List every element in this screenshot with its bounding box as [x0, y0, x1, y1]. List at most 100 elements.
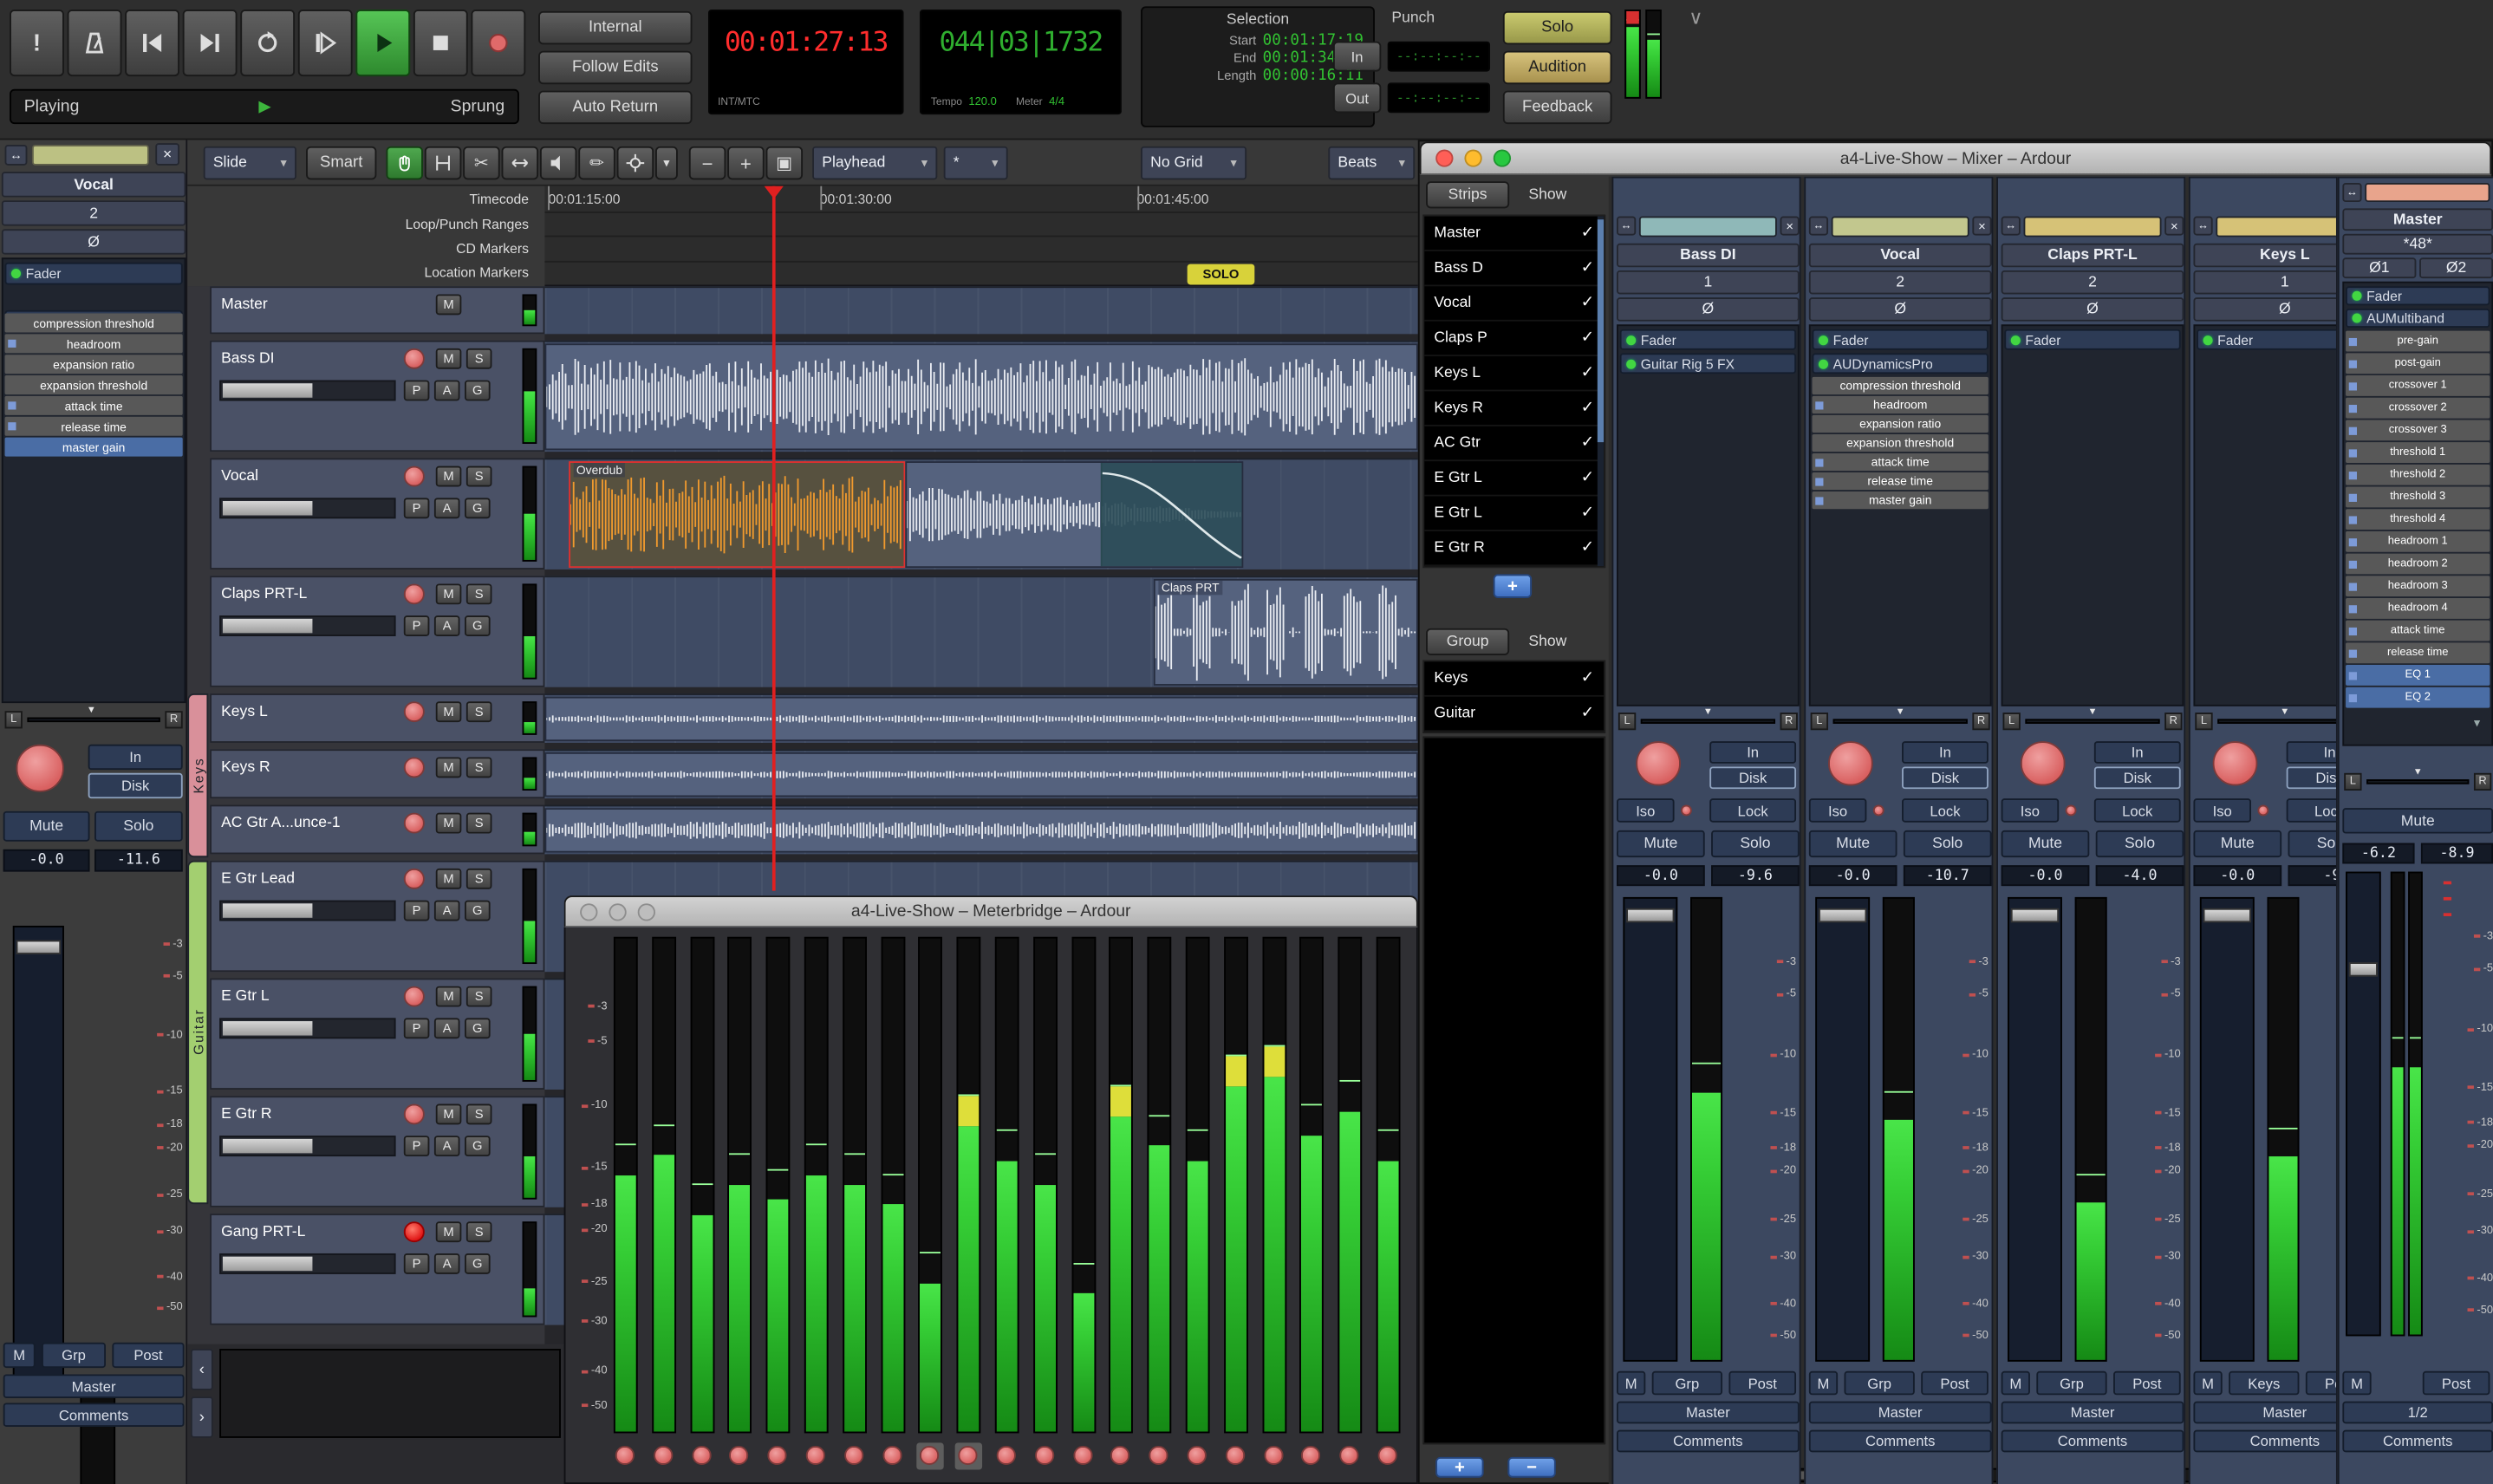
track-solo-button[interactable]: S: [465, 986, 492, 1007]
strips-list-item-vocal[interactable]: Vocal ✓: [1424, 286, 1605, 322]
track-g-button[interactable]: G: [465, 380, 491, 401]
gain-fader[interactable]: [2199, 896, 2255, 1362]
iso-indicator-icon[interactable]: [2065, 804, 2077, 817]
playhead-line[interactable]: [771, 186, 776, 891]
pan-slider[interactable]: [1640, 719, 1776, 724]
meterbridge-record-arm-button[interactable]: [691, 1446, 711, 1466]
track-record-arm-button[interactable]: [403, 1221, 425, 1243]
goto-start-button[interactable]: [125, 10, 180, 77]
track-p-button[interactable]: P: [403, 1136, 430, 1157]
fader-position-button[interactable]: Post: [112, 1342, 185, 1369]
strip-color-button[interactable]: [1638, 216, 1777, 238]
group-header-button[interactable]: Group: [1426, 628, 1510, 656]
plugin-control-release-time[interactable]: release time: [1812, 472, 1989, 491]
strip-close-icon[interactable]: ×: [155, 143, 180, 166]
gain-display[interactable]: -0.0: [1617, 865, 1705, 887]
processor-active-led[interactable]: [10, 269, 22, 279]
plugin-control-headroom-2[interactable]: headroom 2: [2346, 553, 2490, 575]
processor-box[interactable]: [2193, 324, 2336, 706]
track-header-bass-di[interactable]: Bass DI M S P A G: [210, 340, 545, 452]
group-button[interactable]: Grp: [1651, 1370, 1723, 1396]
plugin-control-eq-1[interactable]: EQ 1: [2346, 665, 2490, 686]
plugin-control-expansion-ratio[interactable]: expansion ratio: [4, 355, 183, 374]
peak-display[interactable]: -11.6: [94, 849, 183, 872]
mute-button[interactable]: Mute: [2193, 830, 2282, 858]
track-p-button[interactable]: P: [403, 498, 430, 519]
track-mute-button[interactable]: M: [435, 294, 462, 316]
strip-color-button[interactable]: [2365, 183, 2490, 203]
visible-check-icon[interactable]: ✓: [1581, 539, 1595, 556]
ruler-row-timecode[interactable]: Timecode: [187, 191, 537, 206]
iso-indicator-icon[interactable]: [1680, 804, 1692, 817]
monitor-input-button[interactable]: In: [88, 744, 183, 771]
fader-processor-button[interactable]: Fader: [1619, 329, 1797, 350]
gain-display[interactable]: -0.0: [2193, 865, 2282, 887]
punch-out-clock[interactable]: --:--:--:--: [1387, 82, 1491, 114]
fader-position-button[interactable]: Post: [2305, 1370, 2336, 1396]
track-g-button[interactable]: G: [465, 615, 491, 636]
plugin-control-post-gain[interactable]: post-gain: [2346, 353, 2490, 374]
smart-mode-button[interactable]: Smart: [306, 146, 377, 180]
track-mute-button[interactable]: M: [435, 583, 462, 605]
gain-display[interactable]: -0.0: [1808, 865, 1897, 887]
meterbridge-record-arm-button[interactable]: [615, 1446, 635, 1466]
visible-check-icon[interactable]: ✓: [1581, 705, 1595, 722]
edit-point-mode-button[interactable]: [616, 146, 654, 180]
track-header-e-gtr-r[interactable]: E Gtr R MS PAG: [210, 1096, 545, 1207]
plugin-control-release-time[interactable]: release time: [4, 416, 183, 436]
track-mute-button[interactable]: M: [435, 812, 462, 834]
visible-check-icon[interactable]: ✓: [1581, 259, 1595, 277]
track-header-master[interactable]: Master M: [210, 286, 545, 335]
iso-indicator-icon[interactable]: [1872, 804, 1884, 817]
meterbridge-record-arm-button[interactable]: [1377, 1446, 1397, 1466]
solo-indicator-button[interactable]: Solo: [1502, 10, 1612, 45]
bbt-display[interactable]: 044|03|1732 Tempo 120.0 Meter 4/4: [919, 10, 1122, 115]
ruler-row-loop-punch[interactable]: Loop/Punch Ranges: [187, 217, 537, 232]
window-shade-icon[interactable]: ↔: [2193, 216, 2213, 236]
midi-panic-button[interactable]: !: [10, 10, 64, 77]
track-a-button[interactable]: A: [433, 498, 460, 519]
visible-check-icon[interactable]: ✓: [1581, 504, 1595, 522]
track-g-button[interactable]: G: [465, 1018, 491, 1039]
zoom-out-button[interactable]: −: [688, 146, 726, 180]
strip-close-icon[interactable]: ×: [1972, 216, 1992, 236]
monitor-input-button[interactable]: In: [1902, 741, 1989, 764]
pan-slider[interactable]: [2217, 719, 2336, 724]
track-solo-button[interactable]: S: [465, 1103, 492, 1125]
ruler-row-location-markers[interactable]: Location Markers: [187, 264, 537, 280]
visible-check-icon[interactable]: ✓: [1581, 329, 1595, 347]
peak-display[interactable]: -8.9: [2420, 843, 2493, 864]
plugin-control-compression-threshold[interactable]: compression threshold: [4, 313, 183, 333]
track-header-keys-l[interactable]: Keys L MS: [210, 693, 545, 743]
play-selection-button[interactable]: [297, 10, 353, 77]
track-a-button[interactable]: A: [433, 1018, 460, 1039]
track-p-button[interactable]: P: [403, 1253, 430, 1274]
scroll-left-icon[interactable]: ‹: [190, 1349, 213, 1390]
playhead-marker-icon[interactable]: [764, 186, 784, 199]
track-solo-button[interactable]: S: [465, 868, 492, 889]
track-a-button[interactable]: A: [433, 900, 460, 921]
meterbridge-titlebar[interactable]: a4-Live-Show – Meterbridge – Ardour: [563, 895, 1418, 928]
plugin-control-expansion-threshold[interactable]: expansion threshold: [4, 375, 183, 395]
track-mute-button[interactable]: M: [435, 465, 462, 487]
pan-slider[interactable]: [27, 717, 160, 723]
cut-mode-button[interactable]: ✂: [463, 146, 500, 180]
meterbridge-record-arm-button[interactable]: [996, 1446, 1016, 1466]
sync-source-button[interactable]: Internal: [538, 10, 693, 45]
track-solo-button[interactable]: S: [465, 465, 492, 487]
plugin-processor-button-guitar-rig-5-fx[interactable]: Guitar Rig 5 FX: [1619, 353, 1797, 374]
ruler-area[interactable]: 00:01:15:00 00:01:30:00 00:01:45:00: [544, 186, 1418, 287]
gain-display[interactable]: -6.2: [2342, 843, 2415, 864]
window-shade-icon[interactable]: ↔: [1808, 216, 1829, 236]
punch-out-button[interactable]: Out: [1332, 82, 1382, 114]
gain-fader[interactable]: [1815, 896, 1871, 1362]
group-list-item-keys[interactable]: Keys ✓: [1424, 661, 1605, 697]
strip-input-button[interactable]: *48*: [2342, 233, 2493, 255]
meter-value[interactable]: 4/4: [1049, 97, 1064, 108]
group-button[interactable]: Keys: [2229, 1370, 2300, 1396]
processor-active-led[interactable]: [2352, 290, 2362, 301]
stop-button[interactable]: [413, 10, 468, 77]
fader-processor-button[interactable]: Fader: [2197, 329, 2336, 350]
transport-collapse-icon[interactable]: ∨: [1689, 6, 1702, 29]
strips-list-item-claps-p[interactable]: Claps P ✓: [1424, 322, 1605, 357]
